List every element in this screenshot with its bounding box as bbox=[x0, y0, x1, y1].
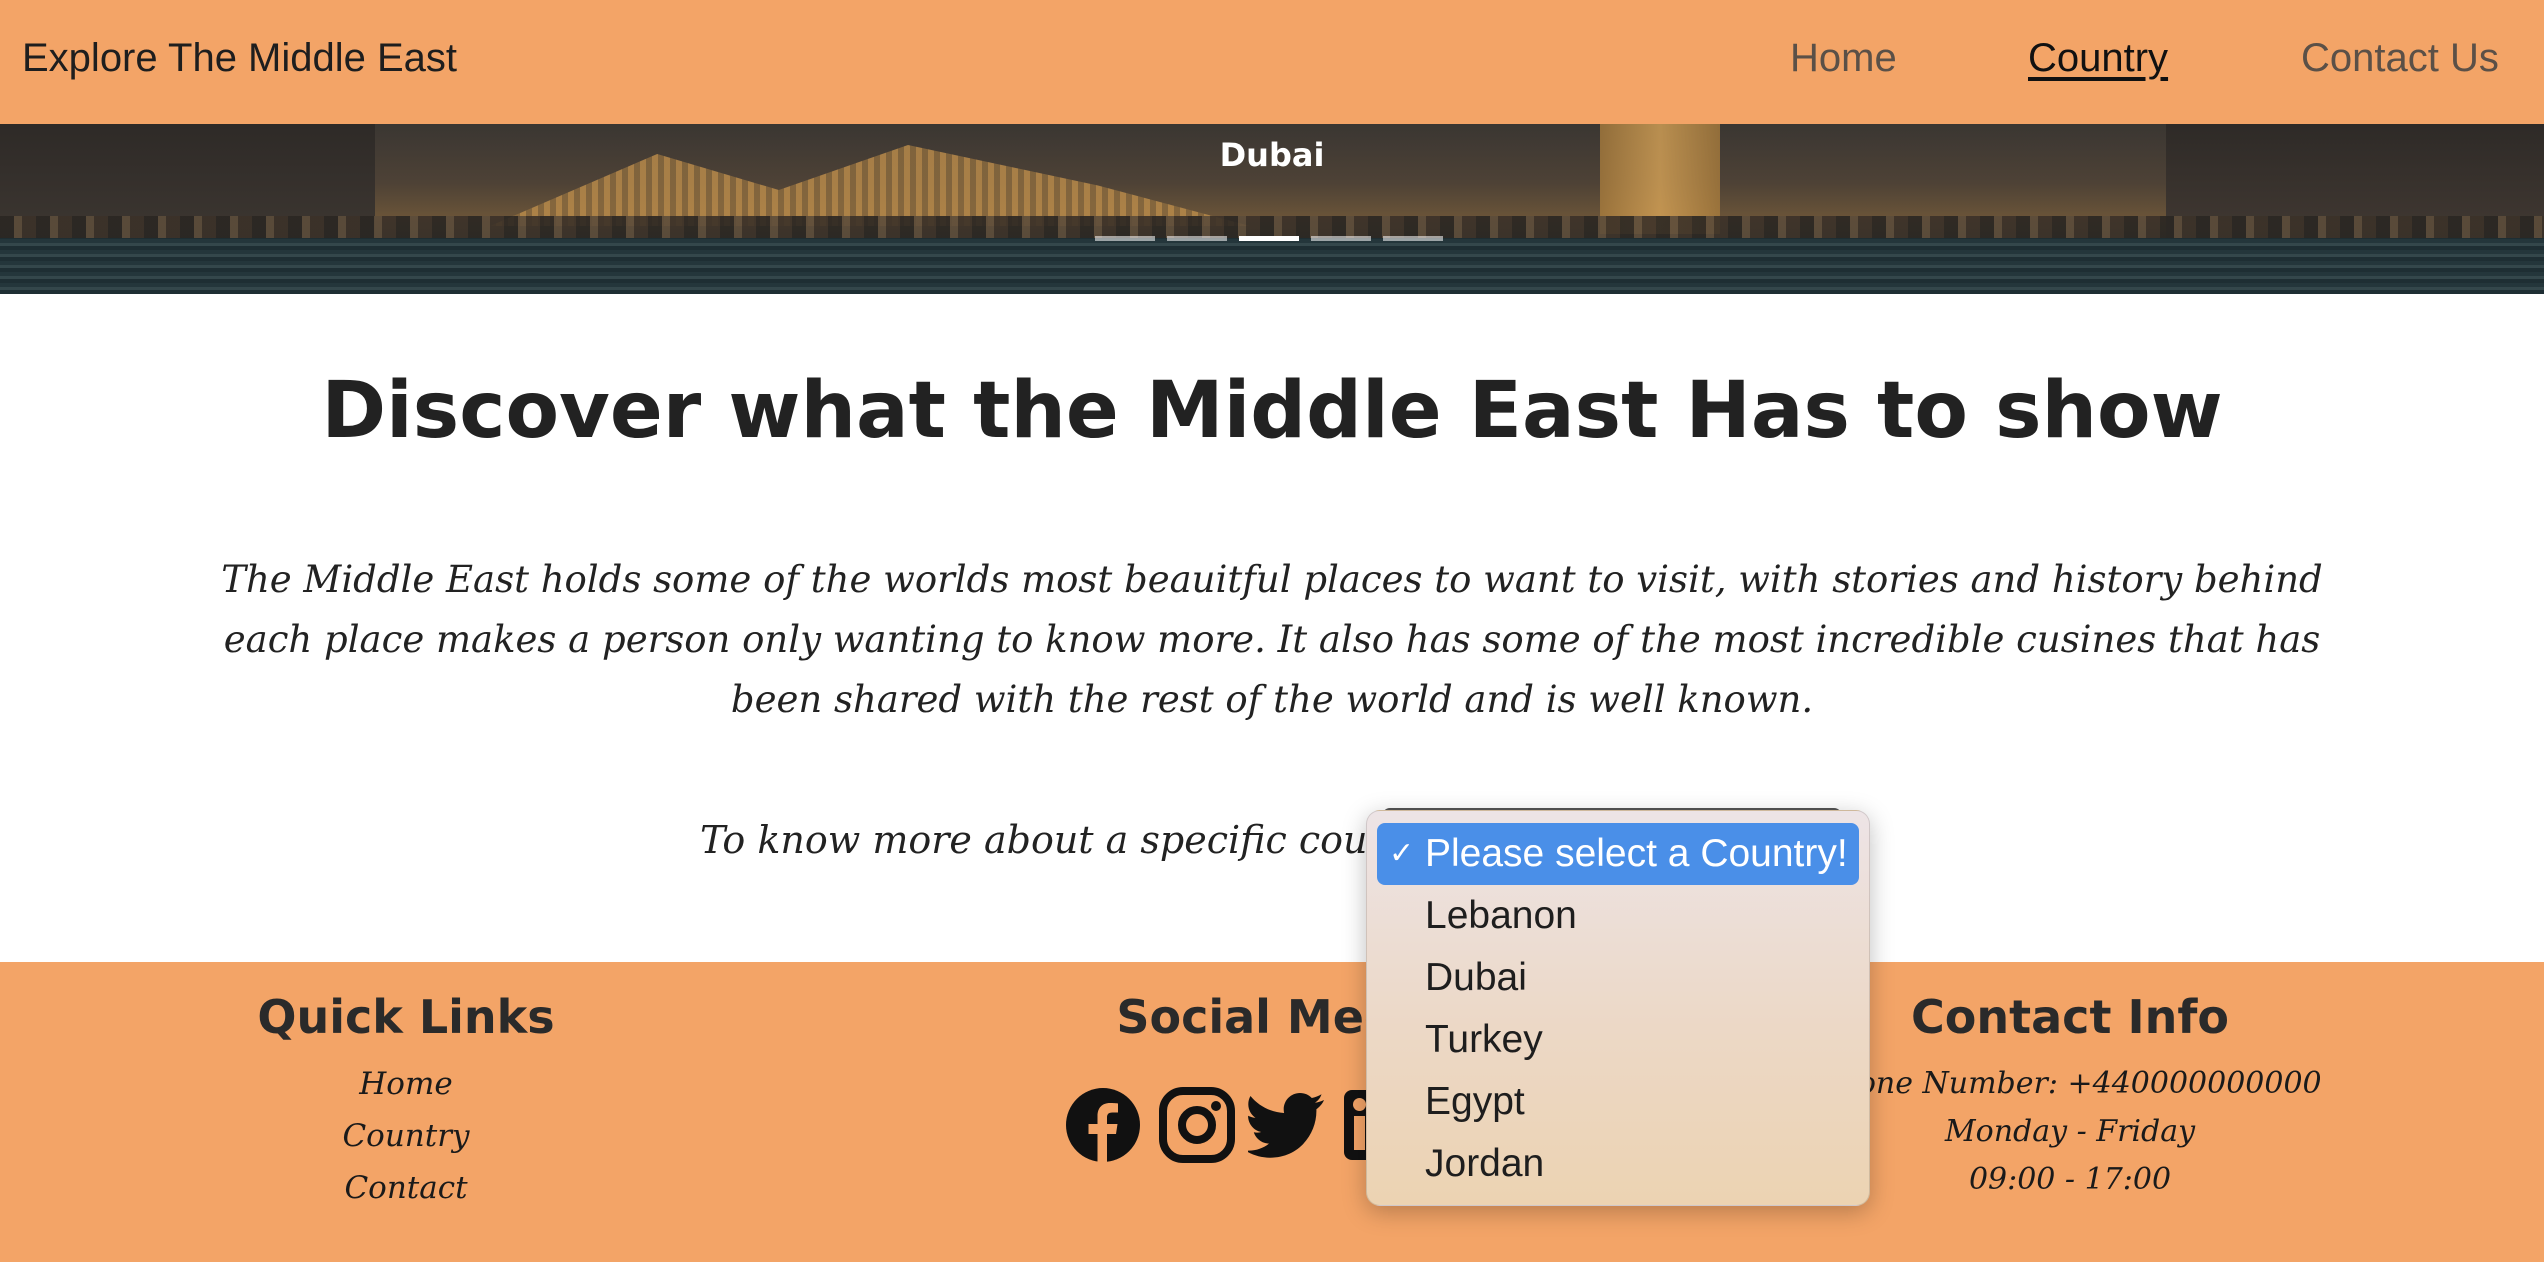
country-option-lebanon[interactable]: Lebanon bbox=[1377, 885, 1859, 947]
contact-hours: 09:00 - 17:00 bbox=[1968, 1162, 2172, 1197]
carousel-indicator-4[interactable] bbox=[1311, 236, 1371, 241]
country-option-dubai[interactable]: Dubai bbox=[1377, 947, 1859, 1009]
option-label: Turkey bbox=[1425, 1018, 1543, 1061]
country-option-egypt[interactable]: Egypt bbox=[1377, 1071, 1859, 1133]
nav-link-country[interactable]: Country bbox=[2028, 36, 2168, 81]
country-option-placeholder[interactable]: ✓ Please select a Country! bbox=[1377, 823, 1859, 885]
carousel-indicator-5[interactable] bbox=[1383, 236, 1443, 241]
hero-carousel[interactable]: Dubai bbox=[0, 124, 2544, 294]
option-label: Lebanon bbox=[1425, 894, 1577, 937]
facebook-icon[interactable] bbox=[1064, 1086, 1142, 1164]
carousel-indicator-1[interactable] bbox=[1095, 236, 1155, 241]
footer-link-home[interactable]: Home bbox=[206, 1066, 606, 1102]
carousel-indicators bbox=[1095, 236, 1443, 241]
water-image bbox=[0, 238, 2544, 294]
option-label: Please select a Country! bbox=[1425, 832, 1848, 875]
twitter-icon[interactable] bbox=[1248, 1086, 1326, 1164]
footer-link-country[interactable]: Country bbox=[206, 1118, 606, 1154]
nav-link-home[interactable]: Home bbox=[1790, 36, 1897, 81]
carousel-caption: Dubai bbox=[1219, 136, 1325, 174]
footer-link-contact[interactable]: Contact bbox=[206, 1170, 606, 1206]
country-option-jordan[interactable]: Jordan bbox=[1377, 1133, 1859, 1195]
checkmark-icon: ✓ bbox=[1389, 837, 1415, 870]
carousel-indicator-2[interactable] bbox=[1167, 236, 1227, 241]
instagram-icon[interactable] bbox=[1158, 1086, 1236, 1164]
country-prompt-text: To know more about a specific country, bbox=[700, 818, 1454, 862]
intro-paragraph: The Middle East holds some of the worlds… bbox=[221, 558, 2323, 721]
brand-title[interactable]: Explore The Middle East bbox=[22, 36, 457, 81]
carousel-indicator-3[interactable] bbox=[1239, 236, 1299, 241]
navbar: Explore The Middle East Home Country Con… bbox=[0, 0, 2544, 124]
quick-links-title: Quick Links bbox=[257, 990, 555, 1044]
option-label: Egypt bbox=[1425, 1080, 1525, 1123]
contact-phone: Phone Number: +440000000000 bbox=[1818, 1066, 2322, 1101]
country-dropdown-menu: ✓ Please select a Country! Lebanon Dubai… bbox=[1366, 810, 1870, 1206]
country-option-turkey[interactable]: Turkey bbox=[1377, 1009, 1859, 1071]
shoreline-image bbox=[0, 216, 2544, 238]
option-label: Dubai bbox=[1425, 956, 1527, 999]
contact-days: Monday - Friday bbox=[1944, 1114, 2196, 1149]
nav-link-contact-us[interactable]: Contact Us bbox=[2301, 36, 2499, 81]
contact-info-title: Contact Info bbox=[1911, 990, 2229, 1044]
footer: Quick Links Home Country Contact Social … bbox=[0, 962, 2544, 1262]
page-heading: Discover what the Middle East Has to sho… bbox=[321, 366, 2223, 456]
option-label: Jordan bbox=[1425, 1142, 1545, 1185]
